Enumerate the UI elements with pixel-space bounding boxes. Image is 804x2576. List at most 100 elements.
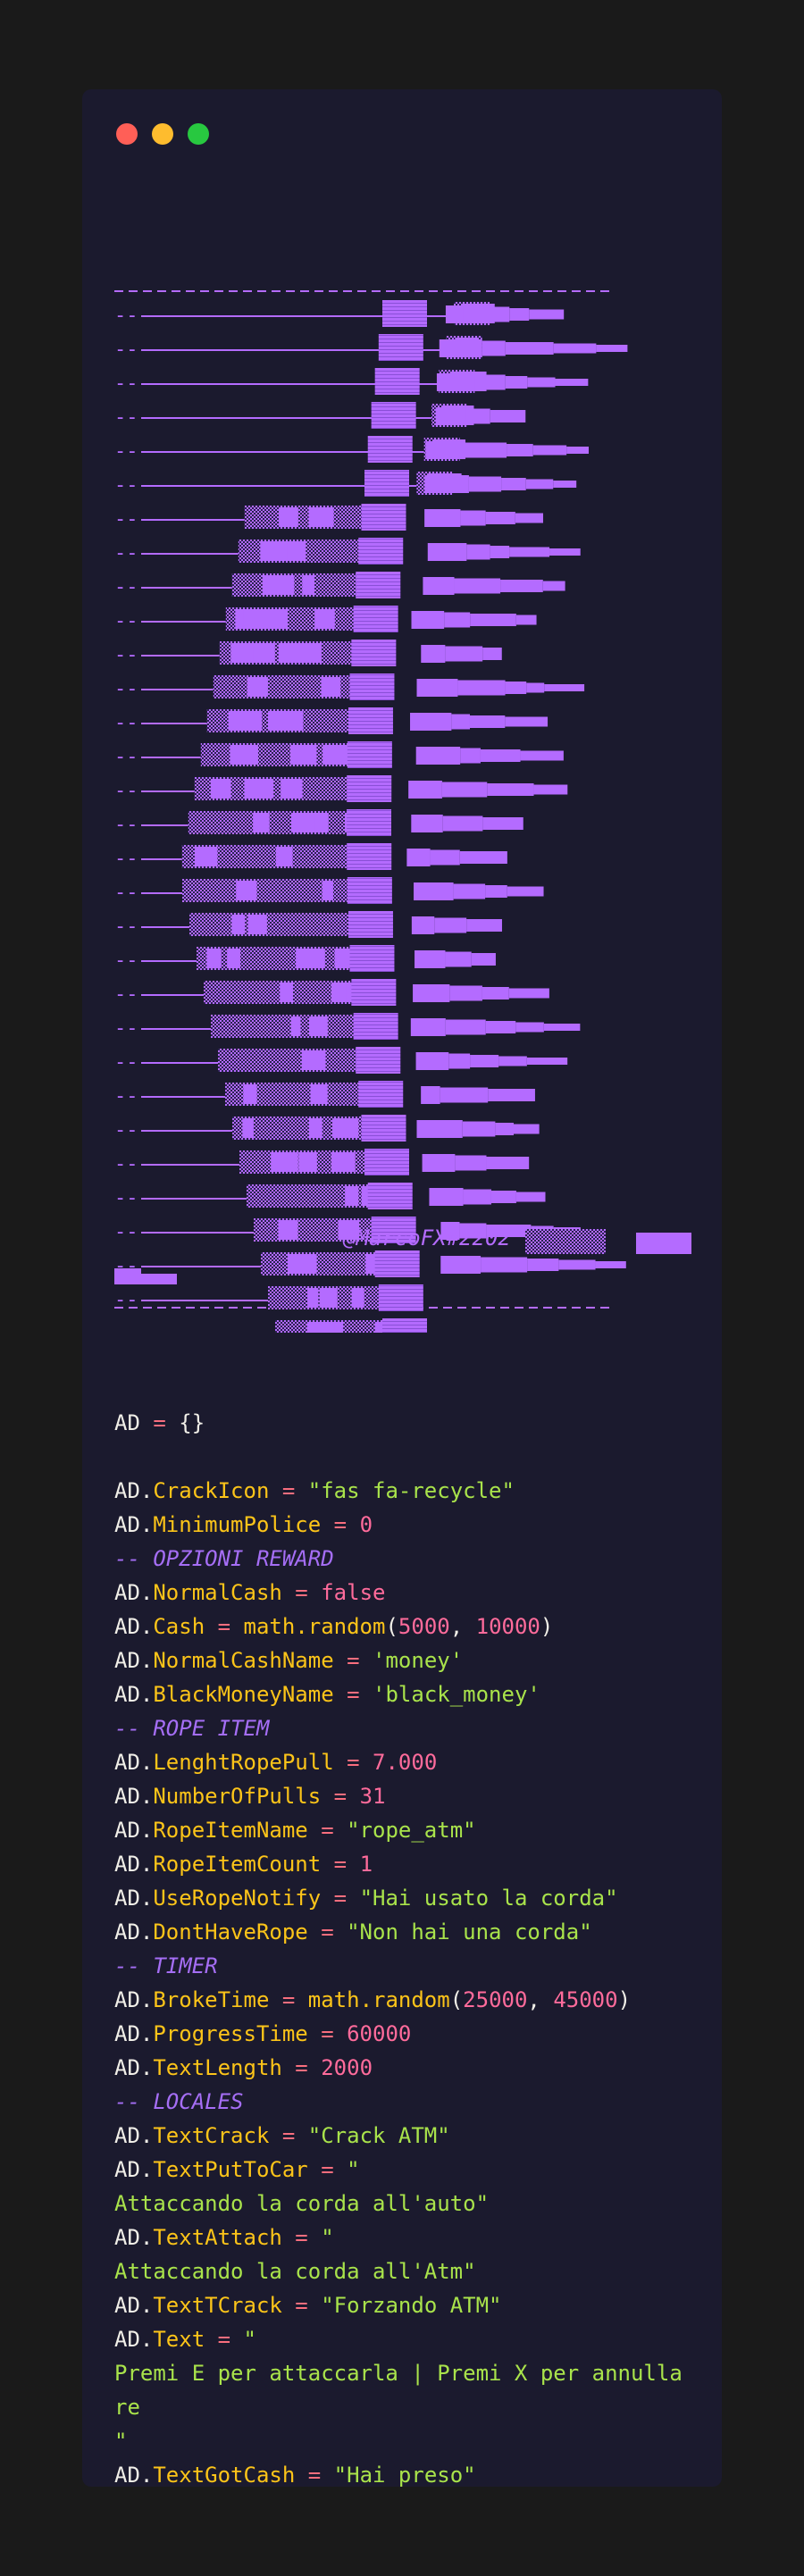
code-token: TextGotCash xyxy=(153,2463,296,2487)
ascii-art-glyph: -- xyxy=(114,440,138,463)
code-line: AD.ProgressTime = 60000 xyxy=(114,2017,695,2051)
code-token: Text xyxy=(153,2327,205,2352)
code-token: ( xyxy=(449,1987,464,2012)
code-token: , xyxy=(527,1987,554,2012)
code-token: AD. xyxy=(114,2293,154,2318)
ascii-art-glyph xyxy=(260,541,288,561)
ascii-art-glyph xyxy=(281,711,302,731)
ascii-art-glyph xyxy=(141,1274,177,1284)
ascii-art-glyph xyxy=(348,707,393,734)
ascii-art-glyph xyxy=(470,1055,499,1067)
ascii-art-glyph xyxy=(262,575,291,595)
ascii-art-glyph xyxy=(242,1118,254,1138)
code-token: 31 xyxy=(359,1784,386,1809)
code-line: AD.CrackIcon = "fas fa-recycle" xyxy=(114,1474,695,1508)
code-line: AD.NormalCashName = 'money' xyxy=(114,1643,695,1677)
code-token: = xyxy=(333,1750,373,1775)
ascii-art-glyph: -- xyxy=(114,1051,138,1074)
code-token: AD. xyxy=(114,2225,154,2250)
ascii-art-glyph xyxy=(247,915,267,934)
code-token: Attaccando la corda all'auto" xyxy=(114,2191,490,2216)
ascii-art-glyph: -- xyxy=(114,305,138,327)
ascii-art-glyph xyxy=(367,1183,413,1209)
code-token: AD. xyxy=(114,1580,154,1605)
code-token: UseRopeNotify xyxy=(153,1886,322,1911)
ascii-art-glyph: -- xyxy=(114,644,138,666)
ascii-art-glyph xyxy=(415,950,446,968)
ascii-art-glyph xyxy=(527,1259,559,1271)
ascii-art-glyph xyxy=(505,342,554,355)
ascii-art-glyph: -- xyxy=(114,712,138,734)
ascii-art-glyph xyxy=(469,715,506,728)
ascii-art-glyph xyxy=(194,847,218,866)
code-token: 45000 xyxy=(553,1987,618,2012)
code-token: Attaccando la corda all'Atm" xyxy=(114,2259,476,2284)
ascii-art-glyph xyxy=(296,949,325,968)
ascii-art-glyph xyxy=(324,745,339,765)
ascii-art-glyph xyxy=(422,1154,456,1172)
code-token: = xyxy=(269,1478,308,1503)
ascii-art-glyph xyxy=(265,609,289,629)
ascii-art-glyph xyxy=(430,849,460,866)
ascii-art-glyph xyxy=(413,984,450,1002)
minimize-window-button[interactable] xyxy=(152,123,173,145)
ascii-art-glyph xyxy=(206,949,222,968)
code-token: NumberOfPulls xyxy=(153,1784,322,1809)
ascii-art-glyph: -- xyxy=(114,848,138,870)
code-token: "fas fa-recycle" xyxy=(307,1478,515,1503)
maximize-window-button[interactable] xyxy=(188,123,209,145)
ascii-art-glyph xyxy=(307,1288,319,1308)
ascii-art-glyph xyxy=(408,781,442,799)
ascii-art-glyph xyxy=(525,479,554,489)
code-token: AD. xyxy=(114,2055,154,2080)
code-line: AD.DontHaveRope = "Non hai una corda" xyxy=(114,1915,695,1949)
ascii-art-glyph xyxy=(423,577,455,595)
ascii-art-glyph xyxy=(347,877,392,904)
code-token: = xyxy=(321,1784,360,1809)
ascii-art-glyph xyxy=(482,817,523,830)
ascii-art-glyph xyxy=(410,1018,446,1036)
code-token: Premi E per attaccarla | Premi X per ann… xyxy=(114,2361,683,2420)
ascii-art-glyph xyxy=(367,436,413,463)
ascii-art-glyph xyxy=(378,1284,423,1311)
code-token: AD. xyxy=(114,1512,154,1537)
ascii-art-glyph xyxy=(509,308,530,321)
ascii-art-glyph: -- xyxy=(114,949,138,972)
code-token: = xyxy=(205,1614,244,1639)
ascii-art-glyph xyxy=(347,809,391,836)
ascii-art-glyph xyxy=(555,379,589,386)
code-token: -- LOCALES xyxy=(114,2089,244,2114)
code-token: {} xyxy=(179,1410,205,1435)
ascii-art-glyph xyxy=(566,447,590,454)
ascii-art-banner: -- -- -- -- -- -- -- -- -- -- -- -- -- -- -- -- -- -- -- --… xyxy=(114,290,691,1333)
code-line: AD.RopeItemCount = 1 xyxy=(114,1847,695,1881)
ascii-art-glyph xyxy=(253,813,270,832)
ascii-art-glyph: -- xyxy=(114,576,138,598)
ascii-art-glyph: -- xyxy=(114,1323,138,1333)
ascii-art-glyph xyxy=(427,543,467,561)
code-token: , xyxy=(449,1614,476,1639)
ascii-art-glyph: -- xyxy=(114,474,138,497)
ascii-art-glyph xyxy=(543,1024,581,1031)
ascii-art-glyph xyxy=(351,1288,364,1308)
code-token: DontHaveRope xyxy=(153,1919,308,1945)
code-token: 'black_money' xyxy=(373,1682,540,1707)
close-window-button[interactable] xyxy=(116,123,138,145)
code-token: AD. xyxy=(114,1987,154,2012)
code-token: = xyxy=(269,2123,308,2148)
ascii-art-glyph xyxy=(520,750,564,761)
code-token: = xyxy=(321,1512,360,1537)
code-window: -- -- -- -- -- -- -- -- -- -- -- -- -- -- -- -- -- -- -- --… xyxy=(82,89,722,2487)
code-token: BlackMoneyName xyxy=(153,1682,334,1707)
ascii-art-glyph xyxy=(308,1118,322,1138)
ascii-art-glyph: -- xyxy=(114,1153,138,1175)
code-line: -- TIMER xyxy=(114,1949,695,1983)
ascii-art-glyph xyxy=(439,339,482,357)
ascii-art-glyph xyxy=(382,1318,427,1333)
code-token: AD. xyxy=(114,1750,154,1775)
ascii-art-glyph xyxy=(353,1013,398,1040)
ascii-art-glyph xyxy=(449,985,482,1001)
ascii-art-glyph: -- xyxy=(114,406,138,429)
